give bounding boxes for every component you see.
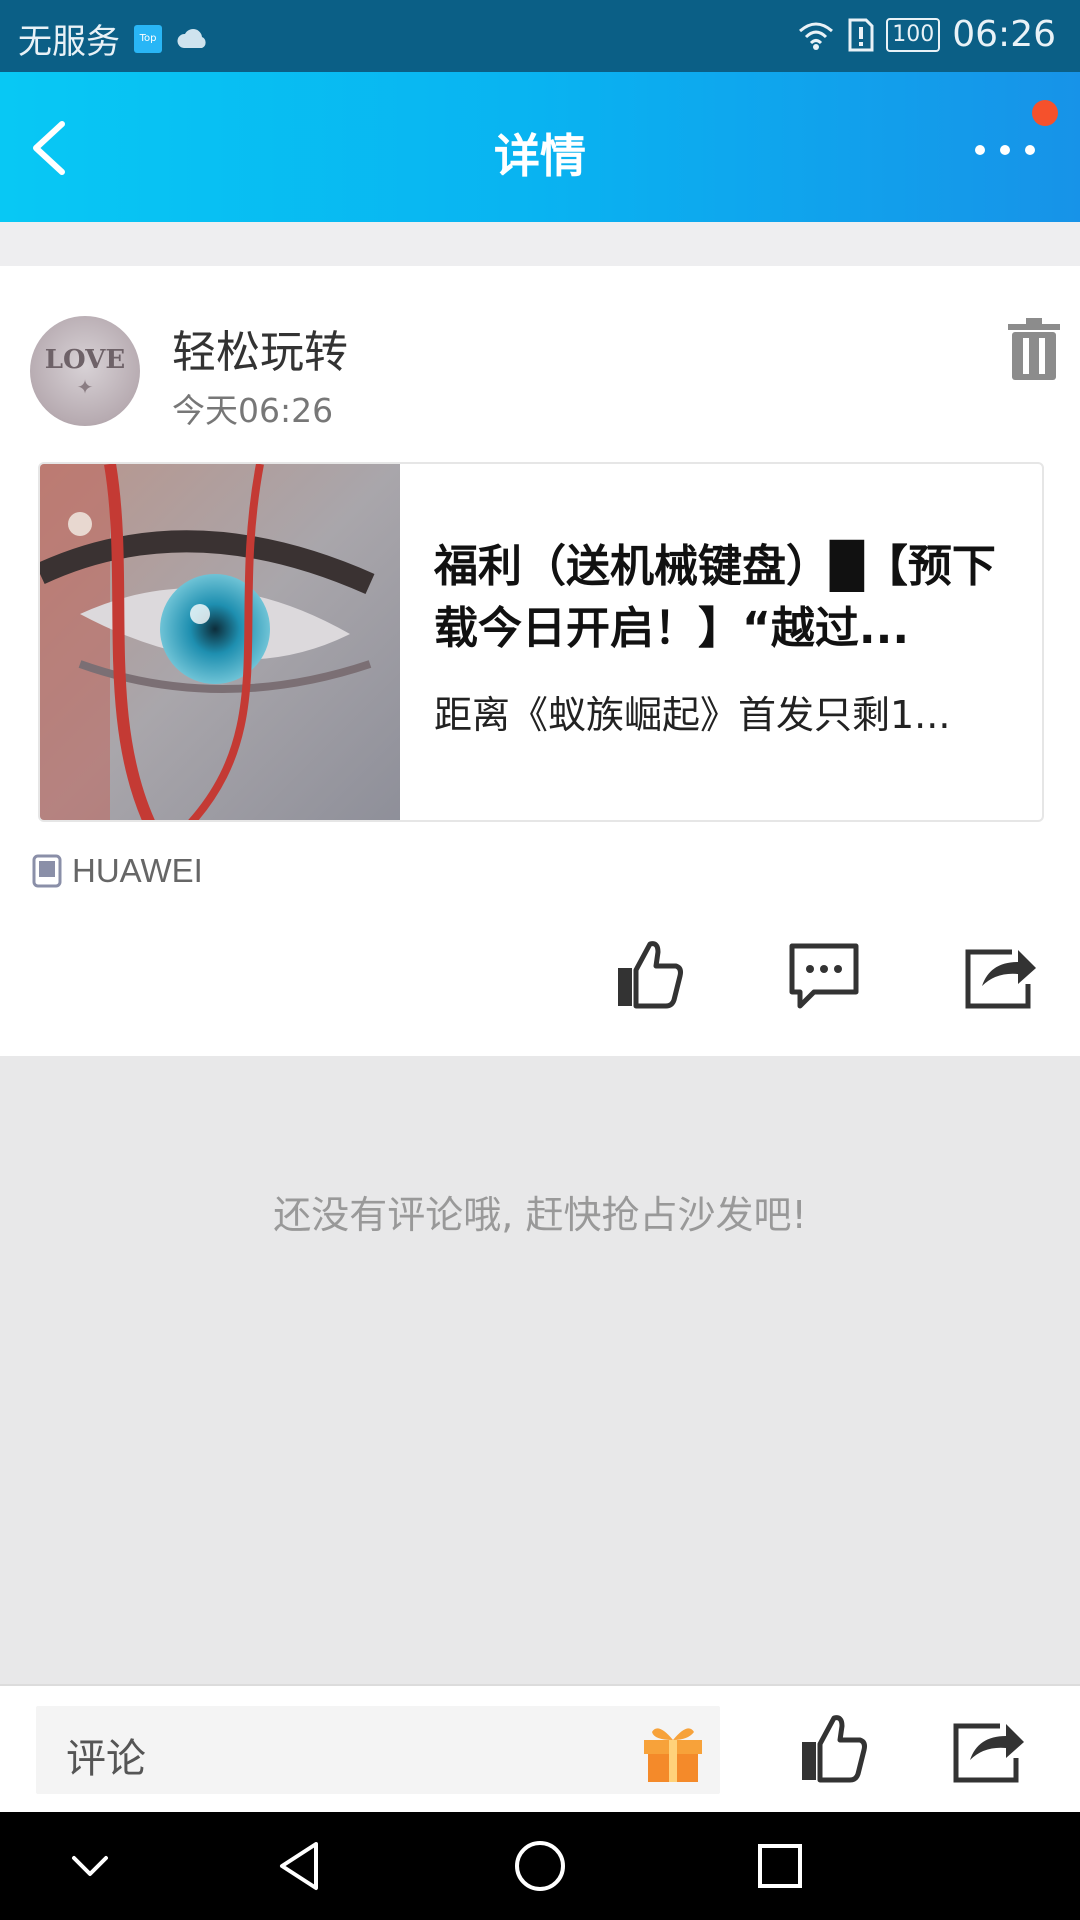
device-name: HUAWEI (72, 852, 203, 889)
share-button[interactable] (962, 936, 1038, 1012)
chevron-down-icon (72, 1856, 108, 1876)
gift-button[interactable] (640, 1718, 706, 1784)
phone-icon (32, 854, 62, 888)
like-button[interactable] (612, 936, 688, 1012)
system-nav-bar (0, 1812, 1080, 1920)
empty-comments-message: 还没有评论哦, 赶快抢占沙发吧! (273, 1193, 807, 1237)
wifi-icon (799, 22, 834, 50)
more-button[interactable] (970, 130, 1040, 170)
avatar[interactable]: LOVE ✦ (30, 316, 140, 426)
triangle-back-icon (280, 1842, 318, 1890)
comment-bubble-icon (789, 943, 859, 1009)
avatar-lettering: LOVE (45, 345, 125, 375)
shared-link-card[interactable]: 福利（送机械键盘）█【预下载今日开启！】“越过... 距离《蚁族崛起》首发只剩1… (38, 462, 1044, 822)
bottom-action-bar: 评论 (0, 1684, 1080, 1814)
divider (0, 222, 1080, 266)
gift-icon (644, 1728, 702, 1782)
battery-indicator: 100 (886, 17, 941, 52)
username[interactable]: 轻松玩转 (172, 316, 348, 380)
notification-dot (1032, 100, 1058, 126)
screen: 无服务 Top 100 06:26 详情 LOVE ✦ 轻松玩转 今天06:26… (0, 0, 1080, 1920)
carrier-status: 无服务 (18, 22, 120, 62)
nav-hide-button[interactable] (62, 1838, 118, 1894)
post-timestamp: 今天06:26 (172, 391, 334, 430)
status-left: 无服务 Top (18, 14, 210, 63)
nav-recents-button[interactable] (752, 1838, 808, 1894)
post-card: LOVE ✦ 轻松玩转 今天06:26 福利（送机械键盘）█【预下载今日开启！】… (0, 266, 1080, 1056)
link-thumbnail (40, 464, 400, 820)
link-description: 距离《蚁族崛起》首发只剩1... (434, 693, 951, 737)
nav-home-button[interactable] (512, 1838, 568, 1894)
bottom-share-button[interactable] (950, 1710, 1026, 1786)
comment-button[interactable] (786, 936, 862, 1012)
status-bar: 无服务 Top 100 06:26 (0, 0, 1080, 72)
trash-icon (1008, 318, 1060, 380)
link-title: 福利（送机械键盘）█【预下载今日开启！】“越过... (434, 541, 996, 654)
bottom-like-button[interactable] (796, 1710, 872, 1786)
avatar-image: LOVE ✦ (45, 345, 125, 399)
more-dots-icon (975, 145, 1035, 155)
comment-input[interactable]: 评论 (36, 1706, 720, 1794)
app-badge-icon: Top (134, 24, 162, 53)
comment-section: 还没有评论哦, 赶快抢占沙发吧! (0, 1056, 1080, 1686)
clock: 06:26 (952, 14, 1056, 55)
title-bar: 详情 (0, 72, 1080, 222)
device-info: HUAWEI (32, 852, 203, 890)
circle-home-icon (515, 1841, 565, 1891)
square-recents-icon (758, 1844, 802, 1888)
share-icon (953, 1723, 1024, 1783)
svg-text:✦: ✦ (77, 375, 94, 399)
sim-alert-icon (848, 18, 874, 51)
thumbs-up-icon (802, 1715, 867, 1783)
page-title: 详情 (494, 129, 586, 183)
status-right: 100 06:26 (796, 14, 1056, 55)
nav-back-button[interactable] (272, 1838, 328, 1894)
thumbs-up-icon (618, 941, 683, 1009)
delete-button[interactable] (1006, 318, 1062, 382)
share-icon (965, 949, 1036, 1009)
comment-placeholder: 评论 (66, 1736, 146, 1782)
cloud-icon (177, 28, 206, 48)
